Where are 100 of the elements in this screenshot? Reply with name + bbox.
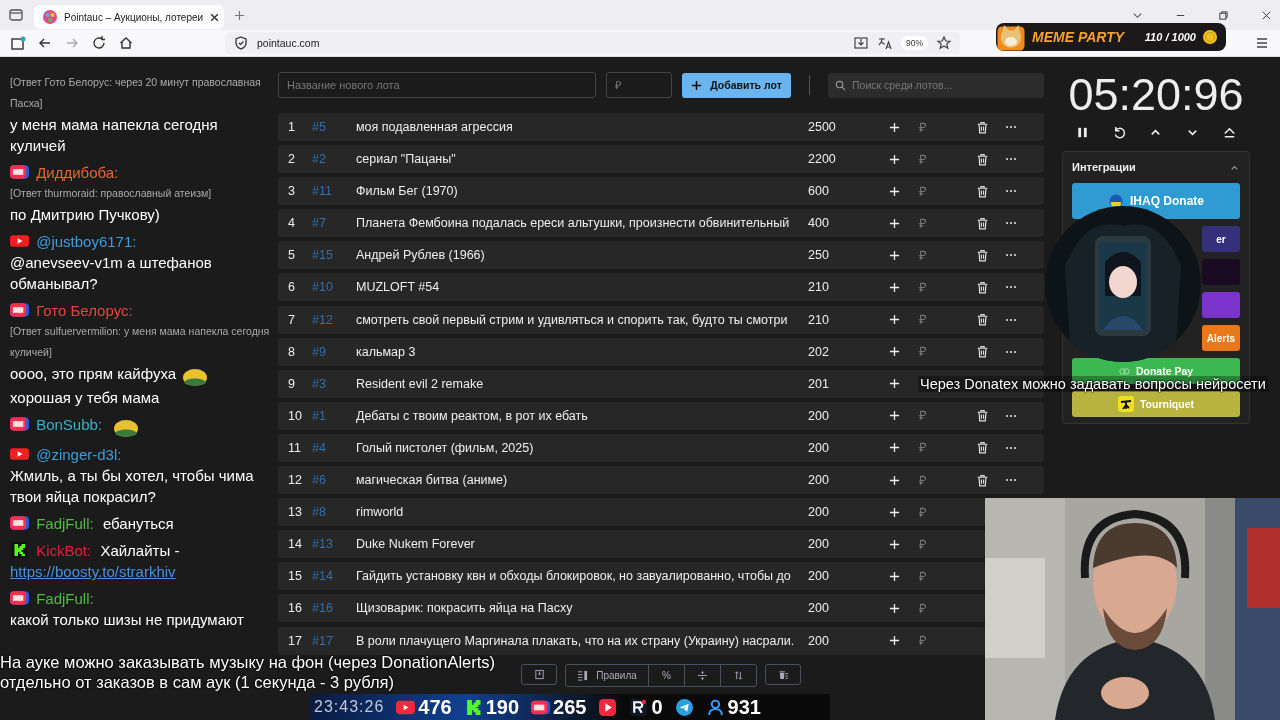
lot-amount: 200	[807, 633, 830, 648]
viewer-count: 265	[553, 695, 587, 719]
chat-message: хорошая у тебя мама	[10, 388, 160, 409]
viewer-count: 931	[727, 695, 761, 719]
lot-name: Фильм Бег (1970)	[356, 184, 459, 199]
lot-number: 6	[287, 280, 296, 295]
lot-name-field[interactable]: Название нового лота	[278, 72, 596, 98]
lot-name: rimworld	[356, 505, 405, 520]
lot-name: Андрей Рублев (1966)	[356, 248, 486, 263]
caption-text: На ауке можно заказывать музыку на фон (через DonationAlerts)	[0, 652, 496, 672]
lot-name: Resident evil 2 remake	[356, 376, 485, 391]
lot-row[interactable]: 7 #12 смотреть свой первый стрим и удивляться и спорить так, будто ты смотри 210	[278, 305, 1044, 334]
chat-username: BonSubb:	[36, 416, 103, 434]
lot-row[interactable]: 3 #11 Фильм Бег (1970) 600	[278, 177, 1044, 206]
lot-row[interactable]: 10 #1 Дебаты с твоим реактом, в рот их ебать 200	[278, 401, 1044, 430]
chat-username: FadjFull:	[36, 515, 94, 533]
lot-row[interactable]: 16 #16 Щизоварик: покрасить яйца на Пасху 200	[278, 594, 985, 623]
lot-amount: 202	[807, 344, 830, 359]
chat-link[interactable]: https://boosty.to/strarkhiv	[10, 561, 176, 583]
lot-row[interactable]: 15 #14 Гайдить установку квн и обходы блокировок, но завуалированно, чтобы до 200	[278, 562, 985, 591]
lot-amount: 210	[807, 312, 830, 327]
timer: 05:20:96	[1067, 69, 1245, 121]
lot-row[interactable]: 2 #2 сериал "Пацаны" 2200	[278, 145, 1044, 174]
lot-amount: 200	[807, 537, 830, 552]
lot-name: моя подавленная агрессия	[356, 120, 514, 134]
lot-row[interactable]: 8 #9 кальмар 3 202	[278, 337, 1044, 366]
lot-amount: 200	[807, 408, 830, 423]
reply-quote: [Ответ thurmoraid: православный атеизм]	[10, 186, 213, 201]
lot-row[interactable]: 14 #13 Duke Nukem Forever 200	[278, 530, 985, 559]
lot-name: кальмар 3	[356, 344, 417, 359]
lot-number: 14	[287, 537, 303, 552]
integration-button[interactable]: er	[1202, 226, 1240, 252]
lot-amount: 200	[807, 473, 830, 488]
viewer-count: 190	[485, 695, 520, 719]
zoom-level-badge[interactable]: 90%	[901, 36, 928, 50]
chat-message: у меня мама напекла сегодня куличей	[10, 115, 219, 156]
lot-name: Планета Фембоина подалась ереси альтушки, произнести обвинительный	[356, 216, 791, 231]
lot-amount: 2500	[807, 120, 837, 134]
address-bar[interactable]: pointauc.com 90%	[225, 32, 960, 54]
chat-message: по Дмитрию Пучкову)	[10, 205, 160, 225]
add-lot-button[interactable]: Добавить лот	[682, 72, 791, 98]
lot-row[interactable]: 12 #6 магическая битва (аниме) 200	[278, 466, 1044, 495]
chat-username: FadjFull:	[36, 590, 94, 608]
amount-field[interactable]: ₽	[606, 72, 672, 98]
chat-message: оооо, это прям кайфуха	[10, 364, 177, 384]
caption-text: отдельно от заказов в сам аук (1 секунда - 3 рубля)	[0, 672, 395, 692]
lot-amount: 200	[807, 440, 830, 455]
lot-amount: 200	[807, 601, 830, 616]
lot-name: смотреть свой первый стрим и удивляться и спорить так, будто ты смотри	[356, 312, 789, 327]
lot-amount: 201	[807, 376, 830, 391]
lot-amount: 400	[807, 216, 830, 231]
lot-row[interactable]: 5 #15 Андрей Рублев (1966) 250	[278, 241, 1044, 270]
clock: 23:43:26	[314, 698, 385, 716]
lot-number: 1	[287, 120, 296, 134]
chat-username: @zinger-d3l:	[36, 446, 122, 464]
lot-name: Дебаты с твоим реактом, в рот их ебать	[356, 408, 589, 423]
lot-row[interactable]: 6 #10 MUZLOFT #54 210	[278, 273, 1044, 302]
viewer-count: 0	[651, 695, 663, 719]
lot-amount: 600	[807, 184, 830, 199]
lot-amount: 210	[807, 280, 830, 295]
percent-button[interactable]: %	[648, 664, 684, 686]
lot-row[interactable]: 13 #8 rimworld 200	[278, 498, 985, 527]
chat-message: ебануться	[102, 514, 174, 535]
lot-name: Duke Nukem Forever	[356, 537, 476, 552]
chat-username: @justboy6171:	[36, 233, 137, 250]
lot-name: магическая битва (аниме)	[356, 473, 509, 488]
chat-message: @anevseev-v1m а штефанов обманывал?	[10, 253, 213, 294]
chat-username: KickBot:	[36, 542, 92, 560]
lot-row[interactable]: 1 #5 моя подавленная агрессия 2500	[278, 113, 1044, 141]
viewer-count: 476	[418, 695, 452, 719]
lot-number: 15	[287, 569, 303, 584]
chat-message: какой только шизы не придумают	[10, 610, 244, 631]
lot-name: Гайдить установку квн и обходы блокировок, но завуалированно, чтобы до	[356, 569, 792, 584]
lot-number: 9	[287, 376, 296, 391]
lot-number: 10	[287, 408, 303, 423]
chat-username: Диддибоба:	[36, 164, 119, 181]
lot-number: 12	[287, 473, 303, 488]
lot-row[interactable]: 17 #17 В роли плачущего Маргинала плакать, что на их страну (Украину) насрали. 200	[278, 626, 985, 655]
rules-button[interactable]: Правила	[566, 664, 648, 686]
lot-number: 5	[287, 248, 296, 263]
lot-name: Щизоварик: покрасить яйца на Пасху	[356, 601, 574, 616]
widget-title: MEME PARTY	[1032, 29, 1125, 45]
lot-number: 13	[287, 505, 303, 520]
lot-amount: 200	[807, 569, 830, 584]
lot-number: 8	[287, 344, 296, 359]
reply-quote: [Ответ Гото Белорус: через 20 минут православная Пасха]	[10, 75, 262, 111]
browser-tab[interactable]: Pointauc – Аукционы, лотереи	[34, 5, 224, 29]
lot-name: MUZLOFT #54	[356, 280, 441, 295]
chat-message: Хайлайты -	[100, 541, 180, 562]
announcement-text: Через Donatex можно задавать вопросы нейросети	[920, 376, 1266, 392]
lot-number: 7	[287, 312, 296, 327]
lot-number: 11	[287, 440, 302, 455]
lot-number: 4	[287, 216, 296, 231]
chat-username: Гото Белорус:	[36, 302, 133, 319]
lot-row[interactable]: 11 #4 Голый пистолет (фильм, 2025) 200	[278, 433, 1044, 462]
lot-amount: 2200	[807, 152, 837, 167]
lot-name: В роли плачущего Маргинала плакать, что на их страну (Украину) насрали.	[356, 633, 796, 648]
progress-counter: 110 / 1000	[1144, 31, 1196, 43]
lot-row[interactable]: 4 #7 Планета Фембоина подалась ереси альтушки, произнести обвинительный 400	[278, 209, 1044, 238]
search-field[interactable]: Поиск среди лотов...	[828, 72, 1044, 98]
